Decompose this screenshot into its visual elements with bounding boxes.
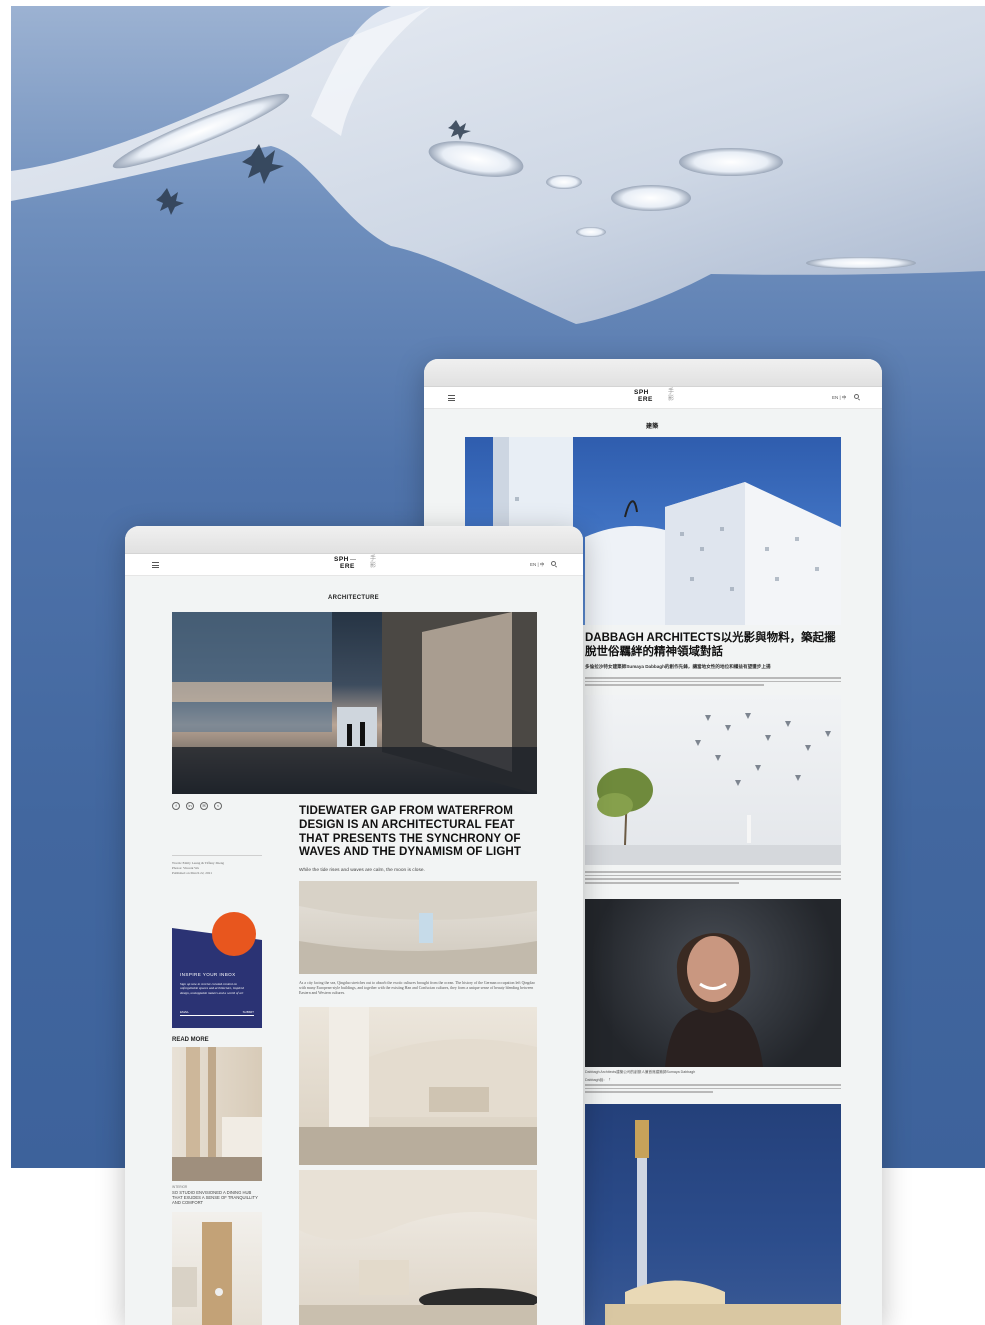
- browser-chrome: [125, 526, 583, 554]
- portrait-caption: Dabbagh Architects建築公司的創辦人兼首席建築師Sumaya D…: [585, 1070, 696, 1074]
- article-image-2: [299, 1007, 537, 1165]
- article-image-1: [299, 881, 537, 974]
- email-field[interactable]: EMAIL SUBMIT: [180, 1010, 254, 1016]
- submit-button[interactable]: SUBMIT: [243, 1010, 254, 1014]
- language-switch[interactable]: EN | 中: [530, 562, 544, 568]
- site-nav: SPH ERE 手 影 EN | 中: [125, 554, 583, 576]
- corridor-illustration: [172, 612, 537, 794]
- lobby-illustration: [299, 1007, 537, 1165]
- portrait-illustration: [665, 933, 763, 1067]
- site-logo[interactable]: SPH ERE 手 影: [634, 389, 674, 403]
- logo-cn-top: 手: [668, 389, 675, 395]
- logo-cn-bottom: 影: [370, 563, 377, 569]
- logo-text-top: SPH: [634, 389, 649, 396]
- body-text-lines-1: [585, 871, 841, 886]
- search-icon[interactable]: [551, 561, 556, 566]
- linkedin-icon[interactable]: in: [186, 802, 194, 810]
- intro-text-lines: [585, 677, 841, 688]
- facebook-icon[interactable]: f: [172, 802, 180, 810]
- article-headline: DABBAGH ARCHITECTS以光影與物料，築起擺脫世俗羈絆的精神領域對話: [585, 632, 836, 658]
- read-more-image-2[interactable]: [172, 1212, 262, 1325]
- menu-icon[interactable]: [448, 395, 455, 401]
- body-intro: Dabbagh說：「: [585, 1078, 611, 1082]
- logo-text-bottom: ERE: [340, 563, 355, 570]
- courtyard-illustration: [585, 713, 841, 865]
- search-icon[interactable]: [854, 394, 859, 399]
- browser-chrome: [424, 359, 882, 387]
- body-text-lines-2: [585, 1084, 841, 1095]
- cave-illustration: [299, 881, 537, 974]
- read-more-image-1[interactable]: [172, 1047, 262, 1181]
- interior-illustration: [172, 1222, 232, 1325]
- logo-text-bottom: ERE: [638, 396, 653, 403]
- article-headline: TIDEWATER GAP FROM WATERFROM DESIGN IS A…: [299, 804, 522, 859]
- courtyard-image: [585, 695, 841, 865]
- hero-image: [172, 612, 537, 794]
- email-icon[interactable]: ✉: [200, 802, 208, 810]
- portrait-image: [585, 899, 841, 1067]
- credits-divider: [172, 855, 262, 856]
- newsletter-description: Sign up now to receive curated content o…: [180, 982, 244, 995]
- logo-cn-bottom: 影: [668, 396, 675, 402]
- browser-window-english: SPH ERE 手 影 EN | 中 ARCHITECTURE f in ✉ <…: [125, 526, 583, 1325]
- site-logo[interactable]: SPH ERE 手 影: [334, 556, 376, 570]
- article-image-3: [299, 1170, 537, 1325]
- reception-illustration: [299, 1170, 537, 1325]
- menu-icon[interactable]: [152, 562, 159, 568]
- read-more-card-title[interactable]: SO STUDIO ENVISIONED A DINING HUB THAT E…: [172, 1190, 262, 1205]
- share-icon[interactable]: <: [214, 802, 222, 810]
- newsletter-card: INSPIRE YOUR INBOX Sign up now to receiv…: [172, 912, 262, 1028]
- article-standfirst: While the tide rises and waves are calm,…: [299, 868, 425, 873]
- dining-illustration: [172, 1047, 262, 1181]
- credit-date: Published on March 22, 2021: [172, 871, 213, 875]
- email-field-label: EMAIL: [180, 1010, 190, 1014]
- minaret-image: [585, 1104, 841, 1325]
- article-body-paragraph: As a city facing the sea, Qingdao stretc…: [299, 981, 535, 996]
- article-subhead: 多倫拉沙特女建築師Sumaya Dabbagh的創作先鋒，讓當地女性的地位和權益…: [585, 664, 771, 669]
- site-nav: SPH ERE 手 影 EN | 中: [424, 387, 882, 409]
- section-title: 建築: [646, 424, 659, 430]
- card-kicker: INTERIOR: [172, 1185, 188, 1189]
- section-title: ARCHITECTURE: [328, 595, 379, 601]
- article-credits: Words: Emily Leung & Tiffany Zheng Photo…: [172, 861, 224, 876]
- logo-cn-top: 手: [370, 556, 377, 562]
- minaret-illustration: [605, 1120, 841, 1325]
- language-switch[interactable]: EN | 中: [832, 395, 846, 401]
- newsletter-title: INSPIRE YOUR INBOX: [180, 972, 236, 977]
- logo-rule: [350, 559, 356, 560]
- read-more-heading: READ MORE: [172, 1037, 209, 1043]
